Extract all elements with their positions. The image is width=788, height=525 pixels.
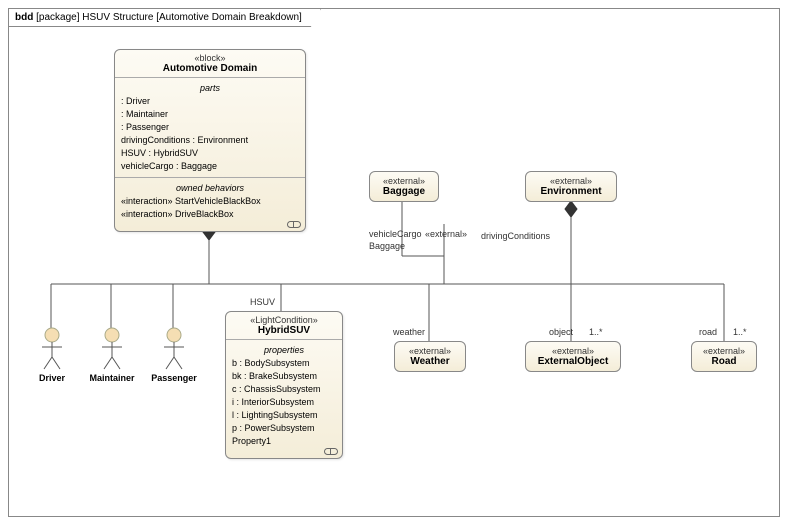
block-name: HybridSUV — [230, 325, 338, 336]
interaction-icon — [324, 448, 338, 455]
part-row: : Passenger — [121, 121, 299, 134]
prop-row: bk : BrakeSubsystem — [232, 370, 336, 383]
behavior-row: «interaction» StartVehicleBlackBox — [121, 195, 299, 208]
block-externalobject[interactable]: «external» ExternalObject — [525, 341, 621, 372]
block-name: ExternalObject — [532, 356, 614, 367]
label-drivingconditions: drivingConditions — [481, 231, 550, 241]
prop-row: l : LightingSubsystem — [232, 409, 336, 422]
block-head: «block» Automotive Domain — [115, 50, 305, 78]
stereotype: «external» — [698, 346, 750, 356]
label-external: «external» — [425, 229, 467, 239]
part-row: : Driver — [121, 95, 299, 108]
frame-title: HSUV Structure — [82, 12, 153, 23]
part-row: HSUV : HybridSUV — [121, 147, 299, 160]
diagram-frame: bdd [package] HSUV Structure [Automotive… — [8, 8, 780, 517]
label-weather: weather — [393, 327, 425, 337]
label-mult-a: 1..* — [589, 327, 603, 337]
block-automotive-domain[interactable]: «block» Automotive Domain parts : Driver… — [114, 49, 306, 232]
behavior-row: «interaction» DriveBlackBox — [121, 208, 299, 221]
stereotype: «block» — [119, 53, 301, 63]
prop-row: b : BodySubsystem — [232, 357, 336, 370]
block-name: Automotive Domain — [119, 63, 301, 74]
frame-pkg: [package] — [36, 12, 79, 23]
label-hsuv: HSUV — [250, 297, 275, 307]
stereotype: «external» — [401, 346, 459, 356]
label-road: road — [699, 327, 717, 337]
stereotype: «external» — [376, 176, 432, 186]
block-head: «LightCondition» HybridSUV — [226, 312, 342, 340]
prop-row: p : PowerSubsystem — [232, 422, 336, 435]
stereotype: «external» — [532, 346, 614, 356]
parts-compartment: parts : Driver : Maintainer : Passenger … — [115, 78, 305, 178]
frame-kind: bdd — [15, 12, 33, 23]
prop-row: Property1 — [232, 435, 336, 448]
actor-driver[interactable]: Driver — [27, 327, 77, 383]
stereotype: «external» — [532, 176, 610, 186]
block-name: Road — [698, 356, 750, 367]
actor-label: Maintainer — [87, 373, 137, 383]
compart-title: parts — [121, 80, 299, 95]
actor-label: Passenger — [149, 373, 199, 383]
actor-icon — [38, 327, 66, 371]
interaction-icon — [287, 221, 301, 228]
props-compartment: properties b : BodySubsystem bk : BrakeS… — [226, 340, 342, 458]
block-environment[interactable]: «external» Environment — [525, 171, 617, 202]
compart-title: owned behaviors — [121, 180, 299, 195]
behaviors-compartment: owned behaviors «interaction» StartVehic… — [115, 178, 305, 231]
frame-subtitle: [Automotive Domain Breakdown] — [156, 12, 302, 23]
block-name: Environment — [532, 186, 610, 197]
label-object: object — [549, 327, 573, 337]
part-row: : Maintainer — [121, 108, 299, 121]
frame-title-tab: bdd [package] HSUV Structure [Automotive… — [9, 9, 321, 27]
block-weather[interactable]: «external» Weather — [394, 341, 466, 372]
label-baggage-role: Baggage — [369, 241, 405, 251]
stereotype: «LightCondition» — [230, 315, 338, 325]
block-road[interactable]: «external» Road — [691, 341, 757, 372]
actor-icon — [160, 327, 188, 371]
actor-icon — [98, 327, 126, 371]
block-baggage[interactable]: «external» Baggage — [369, 171, 439, 202]
prop-row: i : InteriorSubsystem — [232, 396, 336, 409]
actor-label: Driver — [27, 373, 77, 383]
label-mult-b: 1..* — [733, 327, 747, 337]
part-row: drivingConditions : Environment — [121, 134, 299, 147]
actor-maintainer[interactable]: Maintainer — [87, 327, 137, 383]
block-name: Baggage — [376, 186, 432, 197]
block-hybridsuv[interactable]: «LightCondition» HybridSUV properties b … — [225, 311, 343, 459]
compart-title: properties — [232, 342, 336, 357]
prop-row: c : ChassisSubsystem — [232, 383, 336, 396]
actor-passenger[interactable]: Passenger — [149, 327, 199, 383]
part-row: vehicleCargo : Baggage — [121, 160, 299, 173]
block-name: Weather — [401, 356, 459, 367]
label-vehiclecargo: vehicleCargo — [369, 229, 422, 239]
